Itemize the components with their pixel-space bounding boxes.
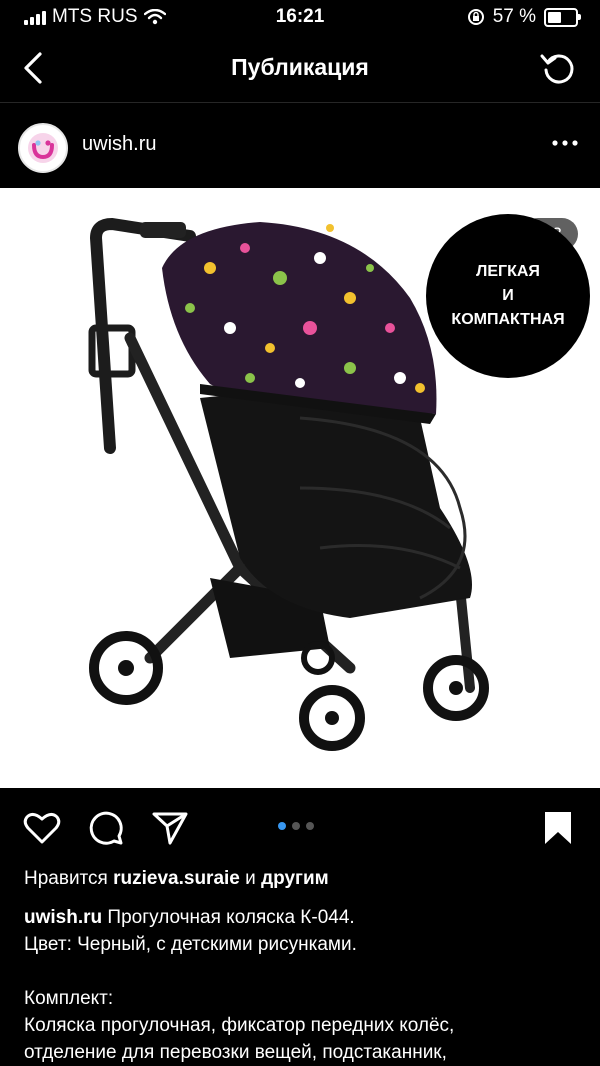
bookmark-icon[interactable] [538, 808, 578, 848]
battery-icon [544, 7, 581, 27]
heart-icon[interactable] [22, 808, 62, 848]
likes-prefix: Нравится [24, 868, 108, 889]
post-header: uwish.ru [0, 103, 600, 187]
avatar[interactable] [18, 123, 68, 173]
liker-link[interactable]: ruzieva.suraie [113, 868, 240, 889]
promo-badge: ЛЕГКАЯ И КОМПАКТНАЯ [426, 214, 590, 378]
carousel-dot [278, 822, 286, 830]
badge-line: ЛЕГКАЯ [476, 263, 540, 280]
refresh-icon[interactable] [538, 48, 578, 88]
caption-line: Цвет: Черный, с детскими рисунками. [24, 934, 357, 955]
caption-spacer [24, 958, 584, 985]
carousel-dot [292, 822, 300, 830]
caption-line: Прогулочная коляска К-044. [107, 907, 355, 928]
post-caption: uwish.ru Прогулочная коляска К-044. Цвет… [24, 904, 584, 1066]
badge-line: КОМПАКТНАЯ [451, 311, 565, 328]
post-actions [0, 788, 600, 864]
battery-percent: 57 % [492, 6, 536, 27]
orientation-lock-icon [467, 9, 484, 25]
post-image[interactable]: 1/3 ЛЕГКАЯ И КОМПАКТНАЯ [0, 188, 600, 788]
page-title: Публикация [231, 54, 369, 80]
caption-line: отделение для перевозки вещей, подстакан… [24, 1042, 447, 1063]
carousel-indicator [278, 822, 314, 830]
status-right: 57 % [467, 6, 581, 28]
battery-fill [548, 11, 561, 23]
caption-line: Коляска прогулочная, фиксатор передних к… [24, 1015, 455, 1036]
caption-line: Комплект: [24, 988, 114, 1009]
badge-line: И [502, 287, 514, 304]
more-icon[interactable] [550, 133, 580, 153]
status-bar: MTS RUS 16:21 57 % [0, 0, 600, 36]
likes-middle: и [245, 868, 256, 889]
username-link[interactable]: uwish.ru [82, 133, 156, 156]
likes-text: Нравится ruzieva.suraie и другим [24, 868, 329, 890]
carousel-dot [306, 822, 314, 830]
comment-icon[interactable] [86, 808, 126, 848]
caption-author[interactable]: uwish.ru [24, 907, 102, 928]
share-icon[interactable] [150, 808, 190, 848]
nav-bar: Публикация [0, 36, 600, 103]
others-link[interactable]: другим [261, 868, 329, 889]
